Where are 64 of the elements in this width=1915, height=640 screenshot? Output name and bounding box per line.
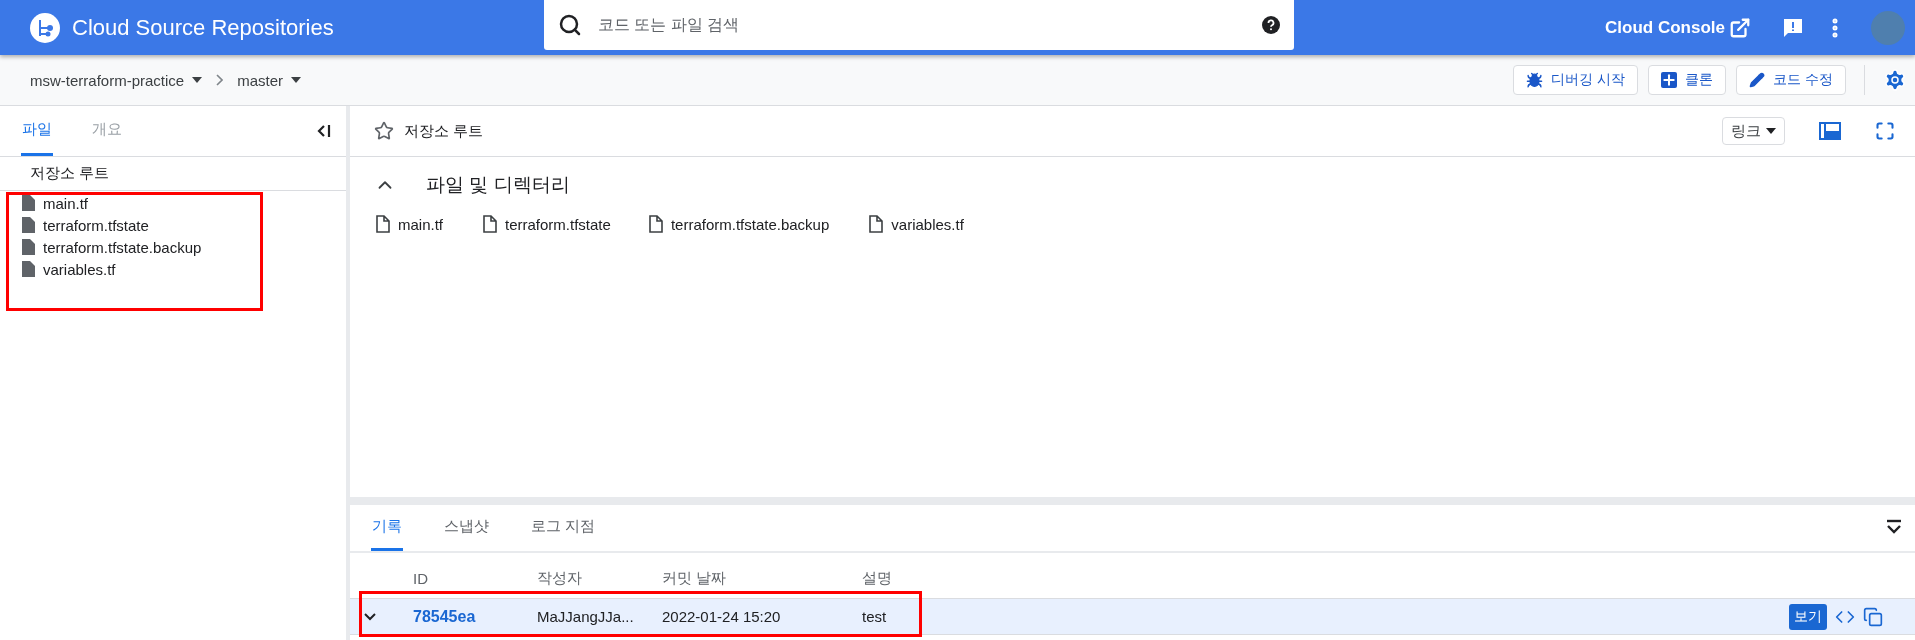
layout-toggle-button[interactable]	[1819, 122, 1841, 140]
caret-icon	[1766, 128, 1776, 134]
repository-root-label[interactable]: 저장소 루트	[0, 157, 346, 191]
file-name[interactable]: terraform.tfstate.backup	[43, 238, 202, 256]
current-path: 저장소 루트	[404, 121, 484, 141]
collapse-left-icon	[316, 124, 332, 138]
caret-icon	[192, 77, 203, 83]
action-button[interactable]: 클론	[1648, 65, 1727, 95]
commit-date-cell-text: 2022-01-24 15:20	[662, 608, 782, 625]
logo-icon	[30, 12, 60, 43]
history-tab[interactable]: 로그 지점	[530, 505, 597, 551]
settings-button[interactable]	[1883, 68, 1907, 92]
help-icon[interactable]	[1262, 16, 1280, 34]
description-cell-text: test	[862, 608, 888, 625]
link-dropdown[interactable]: 링크	[1722, 117, 1785, 145]
search-icon	[558, 13, 582, 37]
file-name[interactable]: variables.tf	[43, 260, 116, 278]
column-header: 설명	[862, 569, 893, 588]
layout-icon	[1819, 122, 1841, 140]
plus-icon	[1661, 72, 1678, 88]
external-link-icon	[1729, 16, 1751, 39]
file-name[interactable]: variables.tf	[891, 215, 964, 233]
sidebar-tab[interactable]: 파일	[21, 106, 53, 156]
file-icon	[22, 195, 35, 211]
file-name[interactable]: terraform.tfstate.backup	[670, 215, 830, 233]
pencil-icon	[1749, 72, 1766, 88]
commit-row[interactable]: 78545ea MaJJangJJa... 2022-01-24 15:20 test 보기	[350, 598, 1915, 635]
file-icon	[869, 215, 884, 233]
bug-icon	[1526, 71, 1544, 89]
search-bar[interactable]: 코드 또는 파일 검색	[544, 0, 1294, 50]
file-icon	[648, 215, 663, 233]
branch-dropdown[interactable]: master	[237, 71, 302, 89]
history-tab[interactable]: 스냅샷	[443, 505, 490, 551]
file-icon	[376, 215, 390, 233]
file-name[interactable]: main.tf	[43, 194, 88, 212]
star-icon[interactable]	[374, 121, 394, 141]
history-tab[interactable]: 기록	[371, 505, 403, 551]
cloud-console-link[interactable]: Cloud Console	[1605, 16, 1751, 39]
file-icon	[22, 239, 35, 255]
action-button[interactable]: 디버깅 시작	[1513, 65, 1639, 95]
search-field[interactable]: 코드 또는 파일 검색	[596, 15, 1248, 35]
copy-icon[interactable]	[1863, 606, 1883, 627]
commit-id-link[interactable]: 78545ea	[413, 607, 476, 625]
repository-dropdown[interactable]: msw-terraform-practice	[30, 71, 203, 89]
file-icon	[22, 217, 35, 233]
gear-icon	[1883, 68, 1907, 92]
file-icon	[483, 215, 497, 233]
file-name[interactable]: terraform.tfstate	[43, 216, 149, 234]
chevron-down-icon	[364, 612, 376, 621]
fullscreen-icon	[1875, 121, 1895, 141]
view-button[interactable]: 보기	[1789, 603, 1827, 630]
app-title: Cloud Source Repositories	[72, 14, 334, 41]
chevron-right-icon	[216, 74, 224, 86]
column-header: 커밋 날짜	[662, 569, 728, 588]
author-cell-text: MaJJangJJa...	[537, 608, 635, 625]
action-button[interactable]: 코드 수정	[1736, 65, 1846, 95]
column-header: ID	[413, 570, 429, 587]
file-name[interactable]: terraform.tfstate	[505, 215, 611, 233]
column-header: 작성자	[537, 569, 583, 588]
file-name[interactable]: main.tf	[398, 215, 443, 233]
file-icon	[22, 261, 35, 277]
caret-icon	[291, 77, 302, 83]
section-title: 파일 및 디렉터리	[426, 173, 570, 197]
fullscreen-button[interactable]	[1875, 121, 1895, 141]
